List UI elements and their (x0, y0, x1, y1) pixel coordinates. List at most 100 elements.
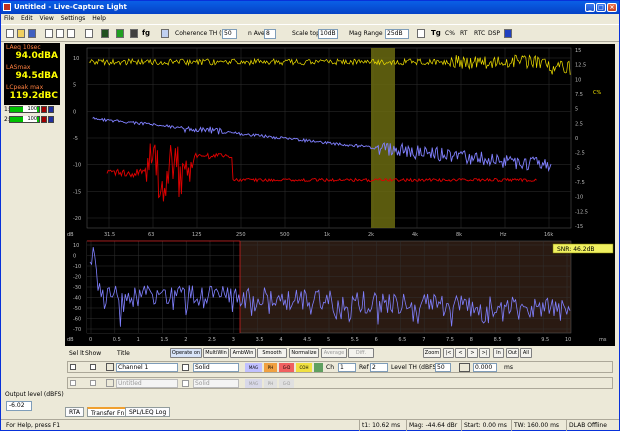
delete-icon[interactable] (106, 379, 114, 387)
normalize-button[interactable]: Normalize (289, 348, 319, 358)
ref-select[interactable]: 2 (370, 363, 388, 372)
y-right-tick-label: -7.5 (575, 180, 585, 186)
close-button[interactable]: × (607, 3, 617, 12)
minimize-button[interactable]: _ (585, 3, 595, 12)
multiwin-button[interactable]: MultiWin (203, 348, 229, 358)
save-icon[interactable] (28, 29, 36, 38)
x-tick-label: 125 (192, 232, 202, 238)
ph-tag[interactable]: PH (264, 363, 277, 372)
zoom-first-button[interactable]: |< (443, 348, 454, 358)
coh-tag[interactable]: COH (296, 363, 312, 372)
fg-button[interactable]: fg (142, 28, 150, 39)
channel-check[interactable] (48, 106, 54, 113)
mag-tag[interactable]: MAG (245, 379, 262, 388)
zoom-next-button[interactable]: > (467, 348, 478, 358)
paste-icon[interactable] (67, 29, 75, 38)
menu-help[interactable]: Help (92, 15, 106, 22)
y-tick-label: -20 (73, 275, 81, 281)
run-icon[interactable] (116, 29, 124, 38)
zoom-in-button[interactable]: In (493, 348, 504, 358)
delay-icon[interactable] (459, 363, 470, 372)
navg-input[interactable]: 8 (264, 29, 276, 39)
scale-top-select[interactable]: 10dB (318, 29, 338, 39)
impulse-x-axis: 0 0.5 1 1.5 2 2.5 3 3.5 4 4.5 5 5.5 6 6.5 7 7.5 8 8.5 9 9.5… (89, 337, 571, 343)
coherence-input[interactable]: 50 (222, 29, 237, 39)
y-tick-label: 10 (73, 56, 79, 62)
channel-title-input[interactable]: Channel 1 (116, 363, 178, 372)
delete-icon[interactable] (106, 363, 114, 371)
x-tick-label: 63 (148, 232, 154, 238)
x-tick-label: 2k (368, 232, 374, 238)
plots-svg[interactable]: 1050-5-10-15-20 1512.5107.552.50-2.5-5-7… (65, 44, 615, 346)
channel-row-1[interactable]: Channel 1 Solid MAG PH G-D COH Ch 1 Ref … (67, 361, 613, 373)
maximize-button[interactable]: □ (596, 3, 606, 12)
line-style-select[interactable]: Solid (193, 363, 239, 372)
new-file-icon[interactable] (6, 29, 14, 38)
y-right-tick-label: 2.5 (575, 121, 583, 127)
open-folder-icon[interactable] (17, 29, 25, 38)
menu-edit[interactable]: Edit (21, 15, 33, 22)
input-channel-2[interactable]: 2: 100 (4, 116, 62, 124)
delay-input[interactable]: 0.000 (473, 363, 497, 372)
line-style-select[interactable]: Solid (193, 379, 239, 388)
y-tick-label: -60 (73, 317, 81, 323)
generator-icon[interactable] (101, 29, 109, 38)
channel-select[interactable]: 1 (338, 363, 356, 372)
diff-button[interactable]: Diff. (348, 348, 374, 358)
ph-tag[interactable]: PH (264, 379, 277, 388)
output-level-input[interactable]: -6.02 (6, 401, 32, 411)
color-checkbox[interactable] (182, 364, 189, 371)
y-right-tick-label: 10 (575, 77, 581, 83)
ambwin-button[interactable]: AmbWin (230, 348, 256, 358)
zoom-prev-button[interactable]: < (455, 348, 466, 358)
x-tick-label: 2 (184, 337, 187, 343)
print-icon[interactable] (85, 29, 93, 38)
show-checkbox[interactable] (90, 380, 96, 386)
layout-icon[interactable] (504, 29, 512, 38)
gd-tag[interactable]: G-D (279, 379, 294, 388)
app-icon (3, 3, 11, 11)
zoom-all-button[interactable]: All (520, 348, 532, 358)
meter-value-3: 119.2dBC (9, 91, 58, 101)
cut-icon[interactable] (45, 29, 53, 38)
tab-transfer-fn[interactable]: Transfer Fn (87, 407, 129, 417)
channel-check[interactable] (48, 116, 54, 123)
status-t1: t1: 10.62 ms (359, 420, 400, 431)
channel-row-2[interactable]: Untitled Solid MAG PH G-D (67, 377, 613, 389)
zoom-label: Zoom (423, 348, 441, 358)
mag-range-select[interactable]: 25dB (385, 29, 409, 39)
tab-spl-leq-log[interactable]: SPL/LEQ Log (125, 407, 171, 417)
input-channel-1[interactable]: 1: 100 (4, 106, 62, 114)
y-tick-label: 10 (73, 243, 79, 249)
zoom-last-button[interactable]: >| (479, 348, 490, 358)
zoom-out-button[interactable]: Out (506, 348, 519, 358)
menu-file[interactable]: File (4, 15, 14, 22)
copy-icon[interactable] (56, 29, 64, 38)
channel-title-input[interactable]: Untitled (116, 379, 178, 388)
select-checkbox[interactable] (70, 380, 76, 386)
x-tick-label: 0.5 (113, 337, 121, 343)
menu-view[interactable]: View (40, 15, 54, 22)
select-checkbox[interactable] (70, 364, 76, 370)
smooth-button[interactable]: Smooth (257, 348, 287, 358)
gd-tag[interactable]: G-D (279, 363, 294, 372)
level-th-input[interactable]: 50 (435, 363, 451, 372)
color-checkbox[interactable] (182, 380, 189, 387)
link-icon[interactable] (314, 363, 323, 372)
menu-settings[interactable]: Settings (61, 15, 86, 22)
coherence-icon[interactable] (161, 29, 169, 38)
rt-button[interactable]: RT (460, 28, 467, 39)
control-row: Sel lt Show Title Operate on MultiWin Am… (65, 348, 615, 359)
mag-tag[interactable]: MAG (245, 363, 262, 372)
y-right-tick-label: 7.5 (575, 92, 583, 98)
phase-icon[interactable] (417, 29, 425, 38)
operate-on-button[interactable]: Operate on (170, 348, 202, 358)
rtc-button[interactable]: RTC (474, 28, 485, 39)
coherence-pct-button[interactable]: C% (445, 28, 455, 39)
stop-icon[interactable] (130, 29, 138, 38)
tab-rta[interactable]: RTA (65, 407, 85, 417)
dsp-button[interactable]: DSP (488, 28, 500, 39)
show-checkbox[interactable] (90, 364, 96, 370)
average-button[interactable]: Average (321, 348, 347, 358)
tg-button[interactable]: Tg (431, 28, 441, 39)
